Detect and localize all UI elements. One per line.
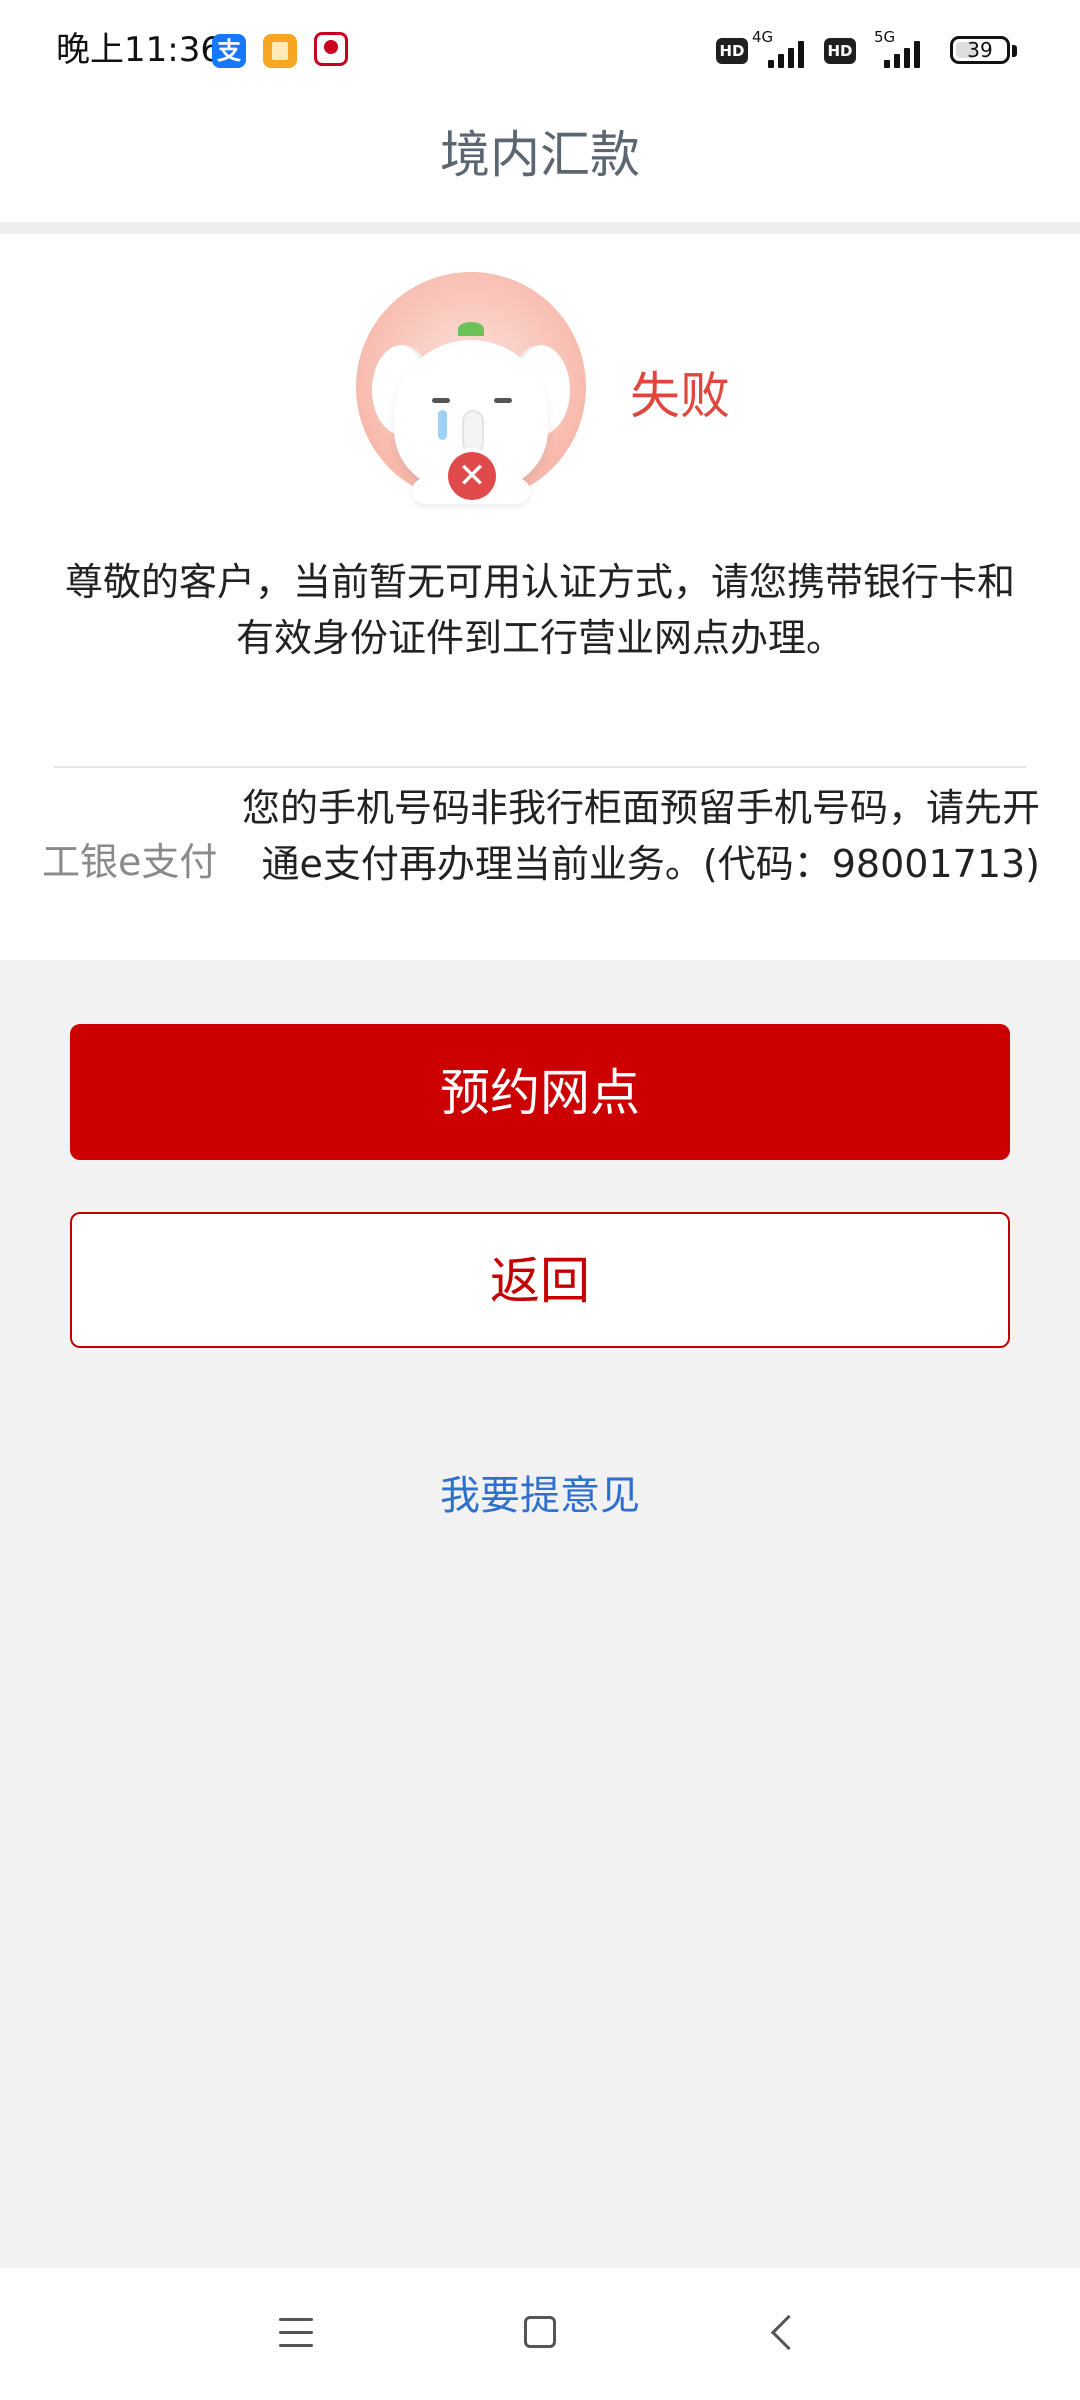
alipay-icon: 支 [212,34,246,68]
detail-label: 工银e支付 [42,840,218,884]
result-message: 尊敬的客户，当前暂无可用认证方式，请您携带银行卡和有效身份证件到工行营业网点办理… [64,560,1015,660]
detail-value: 您的手机号码非我行柜面预留手机号码，请先开通e支付再办理当前业务。(代码：980… [241,786,1040,886]
recent-apps-icon[interactable] [279,2318,313,2348]
result-status: 失败 [630,367,730,425]
book-branch-button[interactable]: 预约网点 [70,1024,1010,1160]
back-button[interactable]: 返回 [70,1212,1010,1348]
mascot-trunk [462,410,484,454]
mascot-leaf-icon [458,322,484,336]
status-time: 晚上11:36 [56,30,222,70]
notes-icon [263,34,297,68]
signal-icon [764,36,810,68]
home-icon[interactable] [524,2316,556,2348]
battery-tip [1012,45,1017,57]
feedback-link[interactable]: 我要提意见 [0,1468,1080,1524]
header-divider [0,222,1080,234]
battery-percent: 39 [967,38,993,62]
mascot-tear [438,410,447,440]
error-x-icon: ✕ [448,452,496,500]
mascot-eye-left [432,398,450,403]
game-icon [314,32,348,66]
page-title: 境内汇款 [440,126,640,184]
detail-divider [54,766,1026,768]
mascot-eye-right [494,398,512,403]
hd-badge-icon: HD [824,38,856,64]
signal-icon [880,36,926,68]
hd-badge-icon: HD [716,38,748,64]
